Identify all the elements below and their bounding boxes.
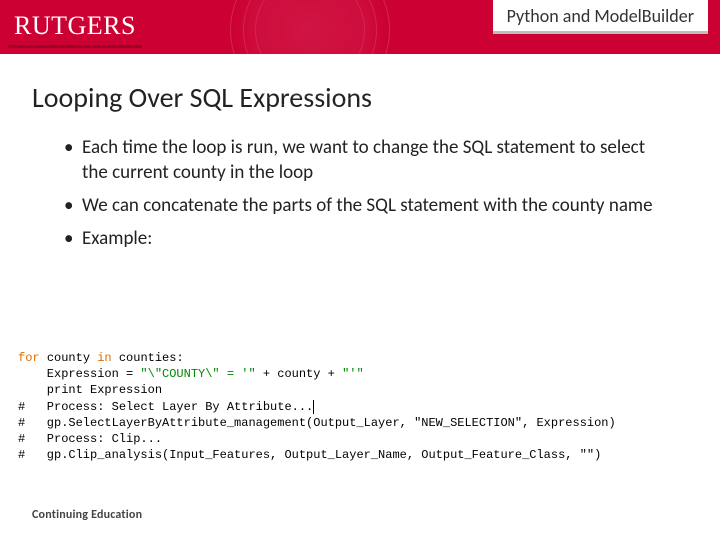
code-comment: # Process: Select Layer By Attribute...	[18, 400, 313, 414]
code-keyword: for	[18, 351, 40, 365]
bullet-item: Each time the loop is run, we want to ch…	[64, 135, 666, 185]
brand-logo: RUTGERS	[8, 6, 142, 48]
header-course-label: Python and ModelBuilder	[493, 0, 708, 34]
brand-logo-text: RUTGERS	[8, 7, 142, 48]
bullet-list: Each time the loop is run, we want to ch…	[64, 135, 666, 251]
code-comment: # gp.SelectLayerByAttribute_management(O…	[18, 416, 616, 430]
text-caret-icon	[313, 400, 314, 414]
code-keyword: in	[97, 351, 111, 365]
code-example: for county in counties: Expression = "\"…	[18, 350, 706, 463]
footer-text: Continuing Education	[32, 508, 142, 522]
code-comment: # gp.Clip_analysis(Input_Features, Outpu…	[18, 448, 601, 462]
code-token: Expression =	[18, 367, 140, 381]
code-token: counties:	[119, 351, 184, 365]
code-string: "'"	[342, 367, 364, 381]
code-token: + county +	[256, 367, 342, 381]
code-string: "\"COUNTY\" = '"	[140, 367, 255, 381]
bullet-item: We can concatenate the parts of the SQL …	[64, 193, 666, 218]
code-comment: # Process: Clip...	[18, 432, 162, 446]
code-token: county	[47, 351, 90, 365]
header-band: RUTGERS Python and ModelBuilder	[0, 0, 720, 54]
code-token: print Expression	[18, 383, 162, 397]
bullet-item: Example:	[64, 226, 666, 251]
